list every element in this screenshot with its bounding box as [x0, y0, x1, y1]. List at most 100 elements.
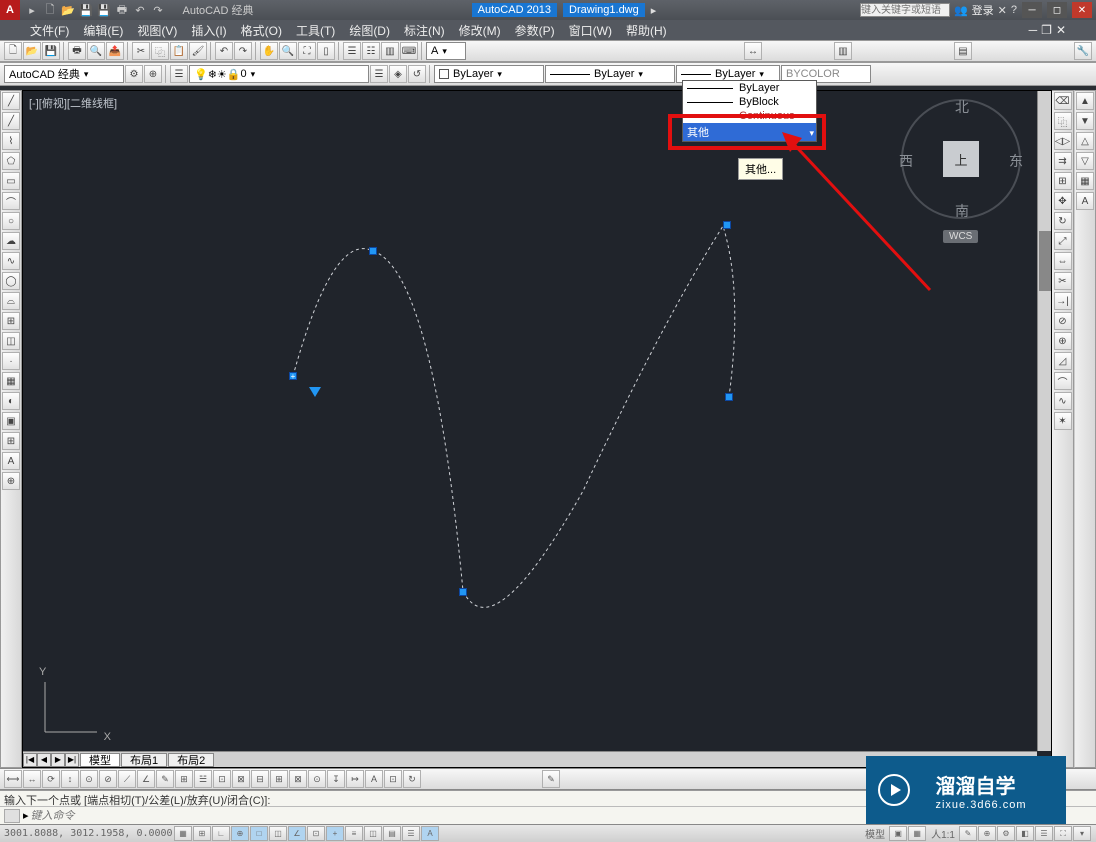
cut-button[interactable]: ✂ — [132, 42, 150, 60]
new-doc-icon[interactable]: 🗋 — [42, 2, 58, 18]
menu-window[interactable]: 窗口(W) — [569, 22, 612, 39]
vertical-scrollbar[interactable] — [1037, 91, 1051, 751]
color-sel[interactable]: ByLayer — [434, 65, 544, 83]
mtext-icon[interactable]: A — [2, 452, 20, 470]
doc-minimize-icon[interactable]: ─ — [1029, 23, 1038, 37]
lt-item-byblock[interactable]: ByBlock — [683, 95, 816, 109]
tab-prev-icon[interactable]: ◀ — [37, 753, 51, 767]
grip-3[interactable] — [459, 588, 467, 596]
doc-close-icon[interactable]: ✕ — [1056, 23, 1066, 37]
dyn-button[interactable]: + — [326, 826, 344, 841]
undo-icon[interactable]: ↶ — [132, 2, 148, 18]
sc-button[interactable]: ☰ — [402, 826, 420, 841]
pline-icon[interactable]: ⌇ — [2, 132, 20, 150]
print-button[interactable]: 🖶 — [68, 42, 86, 60]
dim15[interactable]: ⊞ — [270, 770, 288, 788]
rect-icon[interactable]: ▭ — [2, 172, 20, 190]
addsel-icon[interactable]: ⊕ — [2, 472, 20, 490]
workspace-sel[interactable]: AutoCAD 经典 — [4, 65, 124, 83]
tab-next-icon[interactable]: ▶ — [51, 753, 65, 767]
insert-icon[interactable]: ⊞ — [2, 312, 20, 330]
scale-icon[interactable]: ⤢ — [1054, 232, 1072, 250]
above-icon[interactable]: △ — [1076, 132, 1094, 150]
extend-icon[interactable]: →| — [1054, 292, 1072, 310]
publish-button[interactable]: 📤 — [106, 42, 124, 60]
props-button[interactable]: ☰ — [343, 42, 361, 60]
dim4[interactable]: ↕ — [61, 770, 79, 788]
layer-props-button[interactable]: ☰ — [170, 65, 188, 83]
dim18[interactable]: ↧ — [327, 770, 345, 788]
erase-icon[interactable]: ⌫ — [1054, 92, 1072, 110]
grid-button[interactable]: ⊞ — [193, 826, 211, 841]
dim5[interactable]: ⊙ — [80, 770, 98, 788]
tab-first-icon[interactable]: |◀ — [23, 753, 37, 767]
move-icon[interactable]: ✥ — [1054, 192, 1072, 210]
dim2[interactable]: ↔ — [23, 770, 41, 788]
array-icon[interactable]: ⊞ — [1054, 172, 1072, 190]
zoom-button[interactable]: 🔍 — [279, 42, 297, 60]
dim23[interactable]: ✎ — [542, 770, 560, 788]
sb-7[interactable]: ▾ — [1073, 826, 1091, 841]
sb-4[interactable]: ◧ — [1016, 826, 1034, 841]
tb-c-button[interactable]: 🔧 — [1074, 42, 1092, 60]
dim17[interactable]: ⊙ — [308, 770, 326, 788]
ws-settings-icon[interactable]: ⚙ — [125, 65, 143, 83]
tab-last-icon[interactable]: ▶| — [65, 753, 79, 767]
sb-5[interactable]: ☰ — [1035, 826, 1053, 841]
sb-6[interactable]: ⛶ — [1054, 826, 1072, 841]
hatch-back-icon[interactable]: ▦ — [1076, 172, 1094, 190]
menu-tools[interactable]: 工具(T) — [296, 22, 335, 39]
front-icon[interactable]: ▲ — [1076, 92, 1094, 110]
tab-model[interactable]: 模型 — [80, 753, 120, 767]
tool-pal-button[interactable]: ▥ — [381, 42, 399, 60]
redo-icon[interactable]: ↷ — [150, 2, 166, 18]
layer-iso-icon[interactable]: ◈ — [389, 65, 407, 83]
dim13[interactable]: ⊠ — [232, 770, 250, 788]
menu-insert[interactable]: 插入(I) — [191, 22, 226, 39]
tb-b-button[interactable]: ▤ — [954, 42, 972, 60]
spline-icon[interactable]: ∿ — [2, 252, 20, 270]
sheet-button[interactable]: ☷ — [362, 42, 380, 60]
ducs-button[interactable]: ⊡ — [307, 826, 325, 841]
dim19[interactable]: ↦ — [346, 770, 364, 788]
new-icon[interactable]: ▸ — [24, 2, 40, 18]
grip-2[interactable] — [369, 247, 377, 255]
ws-save-icon[interactable]: ⊕ — [144, 65, 162, 83]
dim7[interactable]: ⟋ — [118, 770, 136, 788]
region-icon[interactable]: ▣ — [2, 412, 20, 430]
below-icon[interactable]: ▽ — [1076, 152, 1094, 170]
menu-dim[interactable]: 标注(N) — [404, 22, 445, 39]
saveas-icon[interactable]: 💾 — [96, 2, 112, 18]
signin-icon[interactable]: 👥 — [954, 4, 968, 17]
open-button[interactable]: 📂 — [23, 42, 41, 60]
print-icon[interactable]: 🖶 — [114, 2, 130, 18]
trim-icon[interactable]: ✂ — [1054, 272, 1072, 290]
anno-scale[interactable]: 人1:1 — [927, 826, 959, 841]
maximize-button[interactable]: ◻ — [1047, 2, 1067, 18]
menu-modify[interactable]: 修改(M) — [459, 22, 501, 39]
ms-btn1[interactable]: ▣ — [889, 826, 907, 841]
exchange-icon[interactable]: ✕ — [998, 4, 1007, 17]
layer-sel[interactable]: 💡❄☀🔒 0 — [189, 65, 369, 83]
undo-button[interactable]: ↶ — [215, 42, 233, 60]
layer-filter-icon[interactable]: ☰ — [370, 65, 388, 83]
offset-icon[interactable]: ⇉ — [1054, 152, 1072, 170]
grip-start[interactable]: + — [289, 372, 297, 380]
dim8[interactable]: ∠ — [137, 770, 155, 788]
ellipsearc-icon[interactable]: ⌓ — [2, 292, 20, 310]
menu-help[interactable]: 帮助(H) — [626, 22, 667, 39]
grip-dir-icon[interactable] — [309, 387, 321, 397]
polygon-icon[interactable]: ⬠ — [2, 152, 20, 170]
save-icon[interactable]: 💾 — [78, 2, 94, 18]
explode-icon[interactable]: ✶ — [1054, 412, 1072, 430]
sb-2[interactable]: ⊕ — [978, 826, 996, 841]
dim20[interactable]: A — [365, 770, 383, 788]
search-input[interactable] — [860, 3, 950, 17]
login-button[interactable]: 登录 — [972, 2, 994, 18]
gradient-icon[interactable]: ◐ — [2, 392, 20, 410]
menu-file[interactable]: 文件(F) — [30, 22, 69, 39]
sb-1[interactable]: ✎ — [959, 826, 977, 841]
dim12[interactable]: ⊡ — [213, 770, 231, 788]
tab-layout1[interactable]: 布局1 — [121, 753, 167, 767]
redo-button[interactable]: ↷ — [234, 42, 252, 60]
